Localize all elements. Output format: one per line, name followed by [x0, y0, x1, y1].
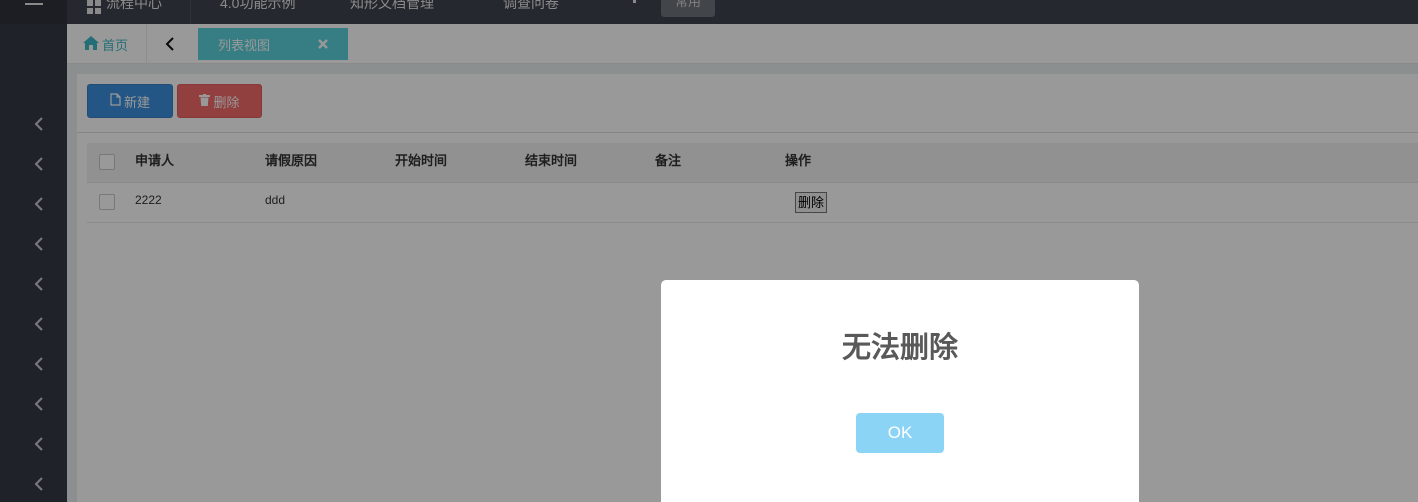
ok-button[interactable]: OK [856, 413, 944, 453]
dialog-title: 无法删除 [841, 332, 958, 364]
alert-dialog: 无法删除 OK [661, 280, 1139, 502]
